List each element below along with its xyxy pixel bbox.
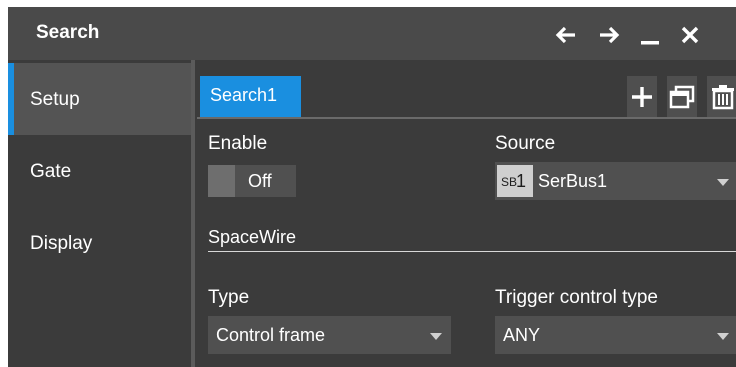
sidebar-item-setup[interactable]: Setup bbox=[8, 63, 193, 135]
serbus-badge: SB 1 bbox=[497, 165, 533, 197]
dialog-title: Search bbox=[36, 22, 100, 43]
type-select[interactable]: Control frame bbox=[208, 316, 451, 354]
duplicate-search-button[interactable] bbox=[667, 76, 697, 117]
sidebar: Setup Gate Display bbox=[8, 60, 193, 367]
tab-search1[interactable]: Search1 bbox=[200, 76, 301, 117]
trigger-control-type-label: Trigger control type bbox=[495, 287, 658, 308]
section-divider bbox=[208, 251, 736, 252]
tab-strip-line bbox=[197, 117, 736, 119]
sidebar-item-label: Display bbox=[30, 233, 93, 254]
enable-label: Enable bbox=[208, 133, 268, 154]
copy-window-icon bbox=[669, 85, 695, 109]
search-dialog: Search Setup Gate Display Search1 Enable… bbox=[8, 7, 736, 367]
type-value: Control frame bbox=[216, 325, 326, 345]
toggle-state: Off bbox=[248, 171, 272, 191]
sidebar-item-label: Setup bbox=[30, 89, 80, 110]
toggle-knob bbox=[208, 165, 235, 197]
active-indicator bbox=[8, 63, 14, 135]
chevron-down-icon bbox=[717, 179, 729, 186]
badge-prefix: SB bbox=[501, 175, 518, 189]
trash-icon bbox=[712, 85, 734, 110]
arrow-right-icon[interactable] bbox=[597, 23, 621, 47]
chevron-down-icon bbox=[430, 333, 442, 340]
tab-label: Search1 bbox=[210, 85, 278, 105]
delete-search-button[interactable] bbox=[707, 76, 736, 117]
close-icon[interactable] bbox=[678, 23, 702, 47]
enable-toggle[interactable]: Off bbox=[208, 165, 296, 197]
chevron-down-icon bbox=[717, 333, 729, 340]
badge-number: 1 bbox=[516, 171, 527, 191]
setup-panel: Search1 Enable Off Source SB 1 SerBus1 S… bbox=[197, 60, 736, 367]
minimize-icon[interactable] bbox=[638, 23, 662, 47]
source-value: SerBus1 bbox=[538, 171, 608, 191]
plus-icon bbox=[632, 87, 652, 107]
source-select[interactable]: SB 1 SerBus1 bbox=[495, 162, 736, 200]
trigger-control-type-value: ANY bbox=[503, 325, 541, 345]
sidebar-item-label: Gate bbox=[30, 161, 72, 182]
trigger-control-type-select[interactable]: ANY bbox=[495, 316, 736, 354]
arrow-left-icon[interactable] bbox=[554, 23, 578, 47]
title-bar: Search bbox=[8, 7, 736, 60]
type-label: Type bbox=[208, 287, 250, 308]
panel-divider bbox=[191, 60, 195, 367]
sidebar-item-gate[interactable]: Gate bbox=[8, 135, 193, 207]
section-title: SpaceWire bbox=[208, 227, 297, 247]
source-label: Source bbox=[495, 133, 556, 154]
add-search-button[interactable] bbox=[627, 76, 657, 117]
sidebar-item-display[interactable]: Display bbox=[8, 207, 193, 279]
